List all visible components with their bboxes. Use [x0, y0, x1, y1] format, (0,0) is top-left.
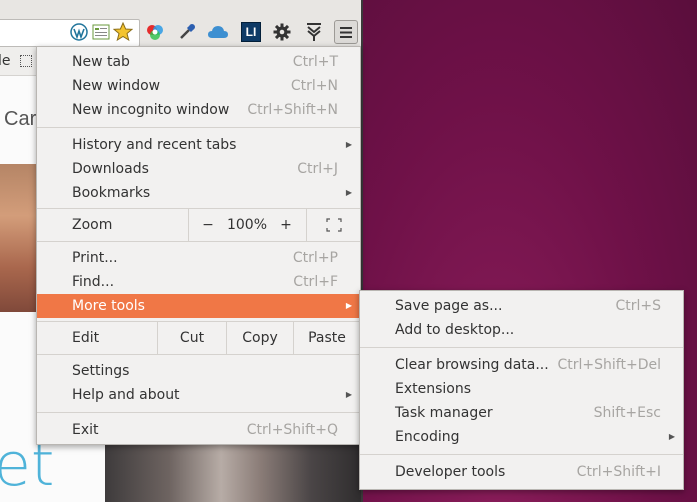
menu-item-shortcut: Ctrl+Shift+N	[247, 102, 338, 118]
zoom-in-button[interactable]: +	[275, 209, 297, 241]
linkedin-icon[interactable]: LI	[240, 21, 262, 43]
menu-item-help[interactable]: Help and about ▶	[37, 383, 360, 407]
menu-item-bookmarks[interactable]: Bookmarks ▶	[37, 181, 360, 205]
menu-item-label: Encoding	[395, 429, 460, 445]
menu-item-shortcut: Ctrl+N	[290, 78, 338, 94]
copy-button[interactable]: Copy	[227, 322, 293, 354]
menu-item-new-tab[interactable]: New tab Ctrl+T	[37, 50, 360, 74]
eyedropper-icon[interactable]	[176, 21, 198, 43]
menu-separator	[360, 454, 683, 455]
submenu-arrow-icon: ▶	[668, 432, 675, 441]
menu-item-history[interactable]: History and recent tabs ▶	[37, 133, 360, 157]
menu-separator	[37, 127, 360, 128]
menu-item-label: Help and about	[72, 387, 180, 403]
menu-item-label: History and recent tabs	[72, 137, 237, 153]
menu-separator	[37, 412, 360, 413]
menu-item-add-to-desktop[interactable]: Add to desktop...	[360, 318, 683, 342]
wordpress-icon[interactable]	[68, 21, 90, 43]
page-heading-fragment: Car	[4, 108, 37, 130]
menu-item-label: Print...	[72, 250, 118, 266]
browser-toolbar: LI	[0, 0, 363, 47]
menu-item-clear-browsing-data[interactable]: Clear browsing data... Ctrl+Shift+Del	[360, 353, 683, 377]
bookmark-star-icon[interactable]	[112, 21, 134, 43]
menu-item-shortcut: Ctrl+J	[297, 161, 338, 177]
apps-grid-icon[interactable]	[20, 55, 32, 67]
menu-item-task-manager[interactable]: Task manager Shift+Esc	[360, 401, 683, 425]
menu-item-shortcut: Ctrl+F	[293, 274, 338, 290]
menu-item-save-page[interactable]: Save page as... Ctrl+S	[360, 294, 683, 318]
menu-item-label: Find...	[72, 274, 115, 290]
linkedin-label: LI	[241, 22, 261, 42]
menu-item-shortcut: Ctrl+Shift+I	[576, 464, 661, 480]
zoom-level-value: 100%	[226, 217, 268, 233]
menu-item-shortcut: Ctrl+Shift+Q	[246, 422, 338, 438]
cloud-icon[interactable]	[207, 21, 229, 43]
bookmark-fragment[interactable]: le	[0, 53, 11, 69]
download-arrows-icon[interactable]	[303, 21, 325, 43]
more-tools-submenu: Save page as... Ctrl+S Add to desktop...…	[359, 290, 684, 490]
menu-item-label: Bookmarks	[72, 185, 151, 201]
color-wheel-icon[interactable]	[144, 21, 166, 43]
paste-button[interactable]: Paste	[294, 322, 360, 354]
menu-item-settings[interactable]: Settings	[37, 359, 360, 383]
browser-main-menu: New tab Ctrl+T New window Ctrl+N New inc…	[36, 46, 361, 445]
menu-item-label: Exit	[72, 422, 99, 438]
cut-button[interactable]: Cut	[158, 322, 226, 354]
edit-row: Edit Cut Copy Paste	[37, 321, 360, 355]
gear-icon[interactable]	[271, 21, 293, 43]
hamburger-menu-icon[interactable]	[334, 20, 358, 44]
menu-item-developer-tools[interactable]: Developer tools Ctrl+Shift+I	[360, 460, 683, 484]
menu-item-label: Downloads	[72, 161, 149, 177]
menu-item-label: More tools	[72, 298, 145, 314]
menu-item-label: Add to desktop...	[395, 322, 515, 338]
menu-item-label: Settings	[72, 363, 130, 379]
feed-icon[interactable]	[90, 21, 112, 43]
submenu-arrow-icon: ▶	[345, 390, 352, 399]
menu-item-label: Clear browsing data...	[395, 357, 549, 373]
menu-item-shortcut: Ctrl+P	[292, 250, 338, 266]
menu-item-shortcut: Ctrl+S	[615, 298, 661, 314]
fullscreen-icon[interactable]	[322, 209, 346, 241]
menu-item-print[interactable]: Print... Ctrl+P	[37, 246, 360, 270]
menu-item-exit[interactable]: Exit Ctrl+Shift+Q	[37, 418, 360, 442]
menu-separator	[360, 347, 683, 348]
menu-item-shortcut: Ctrl+T	[292, 54, 338, 70]
edit-label: Edit	[72, 330, 100, 346]
menu-item-label: Developer tools	[395, 464, 506, 480]
menu-item-find[interactable]: Find... Ctrl+F	[37, 270, 360, 294]
menu-item-downloads[interactable]: Downloads Ctrl+J	[37, 157, 360, 181]
menu-item-label: New incognito window	[72, 102, 230, 118]
zoom-divider	[306, 209, 307, 241]
page-photo-bottles	[105, 444, 363, 502]
submenu-arrow-icon: ▶	[345, 140, 352, 149]
menu-item-label: Save page as...	[395, 298, 503, 314]
zoom-row: Zoom − 100% +	[37, 208, 360, 242]
zoom-divider	[188, 209, 189, 241]
menu-item-label: New tab	[72, 54, 130, 70]
menu-item-more-tools[interactable]: More tools ▶	[37, 294, 360, 318]
menu-item-extensions[interactable]: Extensions	[360, 377, 683, 401]
menu-item-new-window[interactable]: New window Ctrl+N	[37, 74, 360, 98]
submenu-arrow-icon: ▶	[345, 188, 352, 197]
zoom-label: Zoom	[72, 217, 113, 233]
submenu-arrow-icon: ▶	[345, 301, 352, 310]
zoom-out-button[interactable]: −	[197, 209, 219, 241]
menu-item-shortcut: Shift+Esc	[593, 405, 661, 421]
menu-item-encoding[interactable]: Encoding ▶	[360, 425, 683, 449]
menu-item-new-incognito[interactable]: New incognito window Ctrl+Shift+N	[37, 98, 360, 122]
menu-item-label: New window	[72, 78, 161, 94]
page-photo-person	[0, 164, 40, 312]
menu-item-shortcut: Ctrl+Shift+Del	[557, 357, 661, 373]
menu-item-label: Task manager	[395, 405, 493, 421]
menu-item-label: Extensions	[395, 381, 472, 397]
